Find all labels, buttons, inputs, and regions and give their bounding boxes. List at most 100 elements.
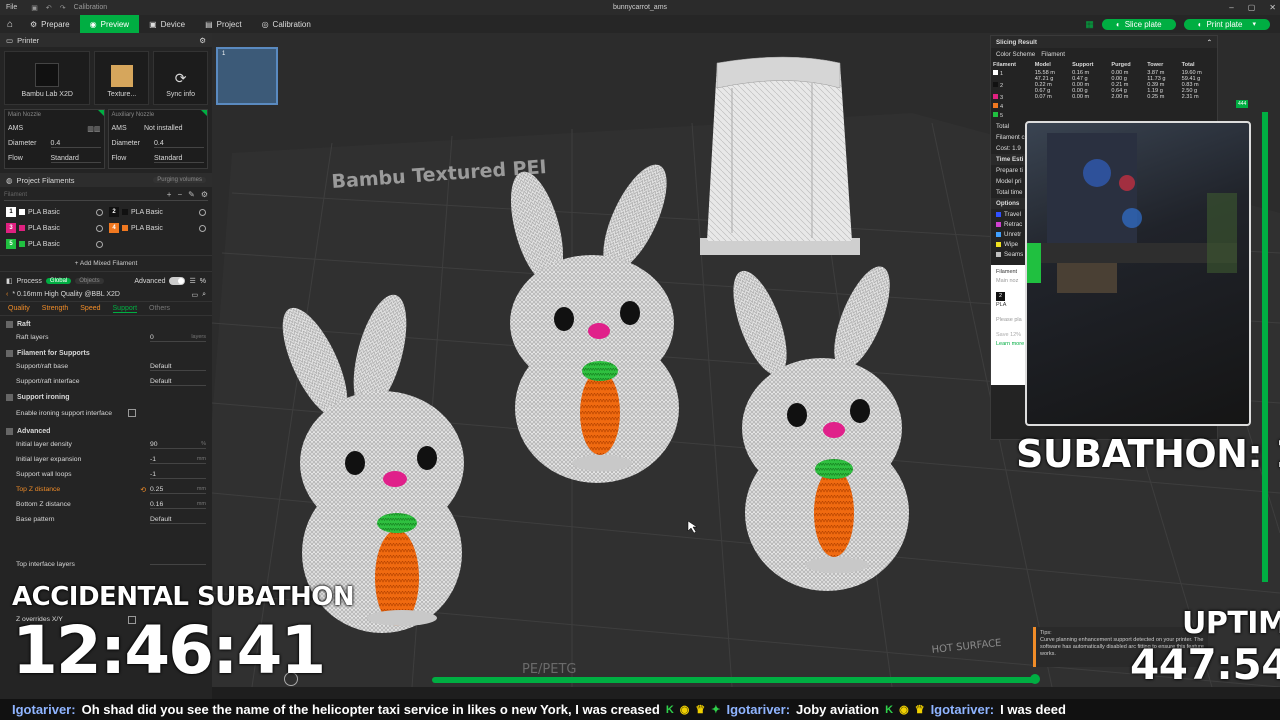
filament-filter-input[interactable]: Filament: [4, 192, 27, 198]
enable-ironing-checkbox[interactable]: [128, 409, 136, 417]
ams-unit-icon[interactable]: ▥▥: [87, 125, 100, 133]
remove-filament-icon[interactable]: [96, 224, 103, 232]
aux-nozzle-panel[interactable]: Auxiliary Nozzle AMS Not installed Diamet…: [107, 109, 208, 169]
gear-icon[interactable]: ⚙: [199, 36, 206, 45]
main-nozzle-panel[interactable]: Main Nozzle AMS ▥▥ Diameter 0.4 Flow Standa…: [4, 109, 105, 169]
purged-cell: 0.21 m 0.64 g: [1109, 82, 1145, 94]
undo-icon[interactable]: ↶: [46, 4, 52, 12]
support-wall-loops-input[interactable]: -1: [150, 471, 206, 479]
setting-base-pattern: Base pattern Default: [0, 512, 212, 527]
percent-icon[interactable]: %: [200, 278, 206, 285]
group-title: Advanced: [17, 427, 51, 435]
tab-prepare[interactable]: ⚙ Prepare: [20, 15, 80, 33]
support-raft-interface-select[interactable]: Default: [150, 378, 206, 386]
initial-layer-expansion-input[interactable]: -1 mm: [150, 456, 206, 464]
tab-strength[interactable]: Strength: [42, 305, 68, 312]
tab-device[interactable]: ▣ Device: [139, 15, 195, 33]
list-icon[interactable]: ☰: [189, 277, 195, 285]
filament-item-3[interactable]: 3 PLA Basic: [6, 221, 103, 235]
slider-handle[interactable]: [1030, 674, 1040, 684]
filament-item-4[interactable]: 4 PLA Basic: [109, 221, 206, 235]
support-raft-base-select[interactable]: Default: [150, 363, 206, 371]
window-controls: – ▢ ✕: [1229, 0, 1276, 15]
emote-icon: K: [665, 703, 674, 716]
sync-label: Sync info: [166, 91, 195, 98]
top-interface-layers-input[interactable]: [150, 564, 206, 565]
plate-list-icon[interactable]: ▦: [1085, 19, 1094, 30]
base-pattern-select[interactable]: Default: [150, 516, 206, 524]
slice-plate-button[interactable]: ◐ Slice plate: [1101, 18, 1176, 30]
plate-thumbnail[interactable]: 1: [216, 47, 278, 105]
column-header: Purged: [1111, 62, 1131, 68]
printer-select[interactable]: Bambu Lab X2D: [4, 51, 91, 105]
setting-label: Enable ironing support interface: [16, 409, 112, 417]
objects-toggle[interactable]: Objects: [75, 278, 104, 284]
search-icon[interactable]: ⌕: [202, 291, 206, 299]
tab-support[interactable]: Support: [112, 305, 138, 313]
collapse-icon[interactable]: ⌃: [1207, 39, 1212, 46]
setting-value: Default: [150, 377, 172, 385]
main-diameter-select[interactable]: 0.4: [50, 140, 101, 148]
preset-chevron-icon[interactable]: ‹: [6, 291, 8, 298]
usage-row: 5: [991, 112, 1217, 121]
tab-project[interactable]: ▤ Project: [195, 15, 251, 33]
top-z-distance-input[interactable]: 0.25 mm: [150, 486, 206, 494]
tower-value: 0.25 m: [1147, 94, 1165, 100]
chat-message: Oh shad did you see the name of the heli…: [81, 702, 660, 717]
popup-filament-chip[interactable]: 2: [996, 292, 1006, 301]
advanced-toggle[interactable]: [169, 277, 186, 285]
filament-color-swatch: [993, 103, 998, 108]
raft-layers-input[interactable]: 0 layers: [150, 334, 206, 342]
aux-flow-select[interactable]: Standard: [154, 155, 204, 163]
add-icon[interactable]: +: [167, 190, 172, 199]
setting-value: 0.25: [150, 485, 164, 493]
diameter-label: Diameter: [111, 140, 140, 147]
layer-progress-slider[interactable]: [432, 677, 1036, 683]
edit-icon[interactable]: ✎: [188, 190, 195, 199]
close-button[interactable]: ✕: [1269, 0, 1276, 15]
remove-filament-icon[interactable]: [96, 240, 103, 248]
support-cell: 0.16 m 0.47 g: [1070, 70, 1109, 82]
global-toggle[interactable]: Global: [45, 278, 72, 284]
layer-slider-vertical[interactable]: [1262, 112, 1268, 582]
print-plate-button[interactable]: ◐ Print plate ▾: [1183, 18, 1270, 30]
tab-others[interactable]: Others: [149, 305, 170, 312]
aux-diameter-select[interactable]: 0.4: [154, 140, 204, 148]
redo-icon[interactable]: ↷: [60, 4, 66, 12]
home-icon[interactable]: ⌂: [0, 19, 20, 30]
purging-volumes-button[interactable]: Purging volumes: [153, 177, 206, 183]
setting-label: Support wall loops: [16, 471, 72, 478]
chevron-down-icon[interactable]: ▾: [1252, 20, 1256, 28]
tab-speed[interactable]: Speed: [80, 305, 100, 312]
color-scheme-select[interactable]: Filament: [1041, 51, 1065, 58]
initial-layer-density-input[interactable]: 90%: [150, 441, 206, 449]
tab-quality[interactable]: Quality: [8, 305, 30, 312]
emote-icon: ♛: [914, 704, 925, 716]
save-icon[interactable]: ▣: [31, 4, 38, 12]
save-preset-icon[interactable]: ▭: [191, 291, 198, 299]
minimize-button[interactable]: –: [1229, 0, 1233, 15]
remove-icon[interactable]: −: [177, 190, 182, 199]
filaments-section-header: ◍ Project Filaments Purging volumes: [0, 173, 212, 187]
setting-value: Default: [150, 515, 172, 523]
filament-item-5[interactable]: 5 PLA Basic: [6, 237, 103, 251]
option-color-box: [996, 251, 1001, 257]
tab-preview[interactable]: ◉ Preview: [79, 15, 140, 33]
maximize-button[interactable]: ▢: [1248, 0, 1256, 15]
remove-filament-icon[interactable]: [96, 208, 103, 216]
tab-calibration[interactable]: ◎ Calibration: [252, 15, 321, 33]
add-mixed-filament-button[interactable]: + Add Mixed Filament: [0, 255, 212, 272]
remove-filament-icon[interactable]: [199, 224, 206, 232]
settings-icon[interactable]: ⚙: [201, 190, 208, 199]
bottom-z-distance-input[interactable]: 0.16 mm: [150, 501, 206, 509]
sync-info-button[interactable]: ⟳ Sync info: [153, 51, 208, 105]
process-preset-select[interactable]: * 0.16mm High Quality @BBL X2D: [12, 291, 187, 298]
filament-item-2[interactable]: 2 PLA Basic: [109, 205, 206, 219]
plate-select[interactable]: Texture...: [94, 51, 150, 105]
file-menu[interactable]: File: [0, 4, 23, 11]
main-flow-select[interactable]: Standard: [50, 155, 101, 163]
total-cell: [1180, 103, 1217, 112]
filament-item-1[interactable]: 1 PLA Basic: [6, 205, 103, 219]
reset-icon[interactable]: ⟲: [140, 486, 146, 494]
remove-filament-icon[interactable]: [199, 208, 206, 216]
